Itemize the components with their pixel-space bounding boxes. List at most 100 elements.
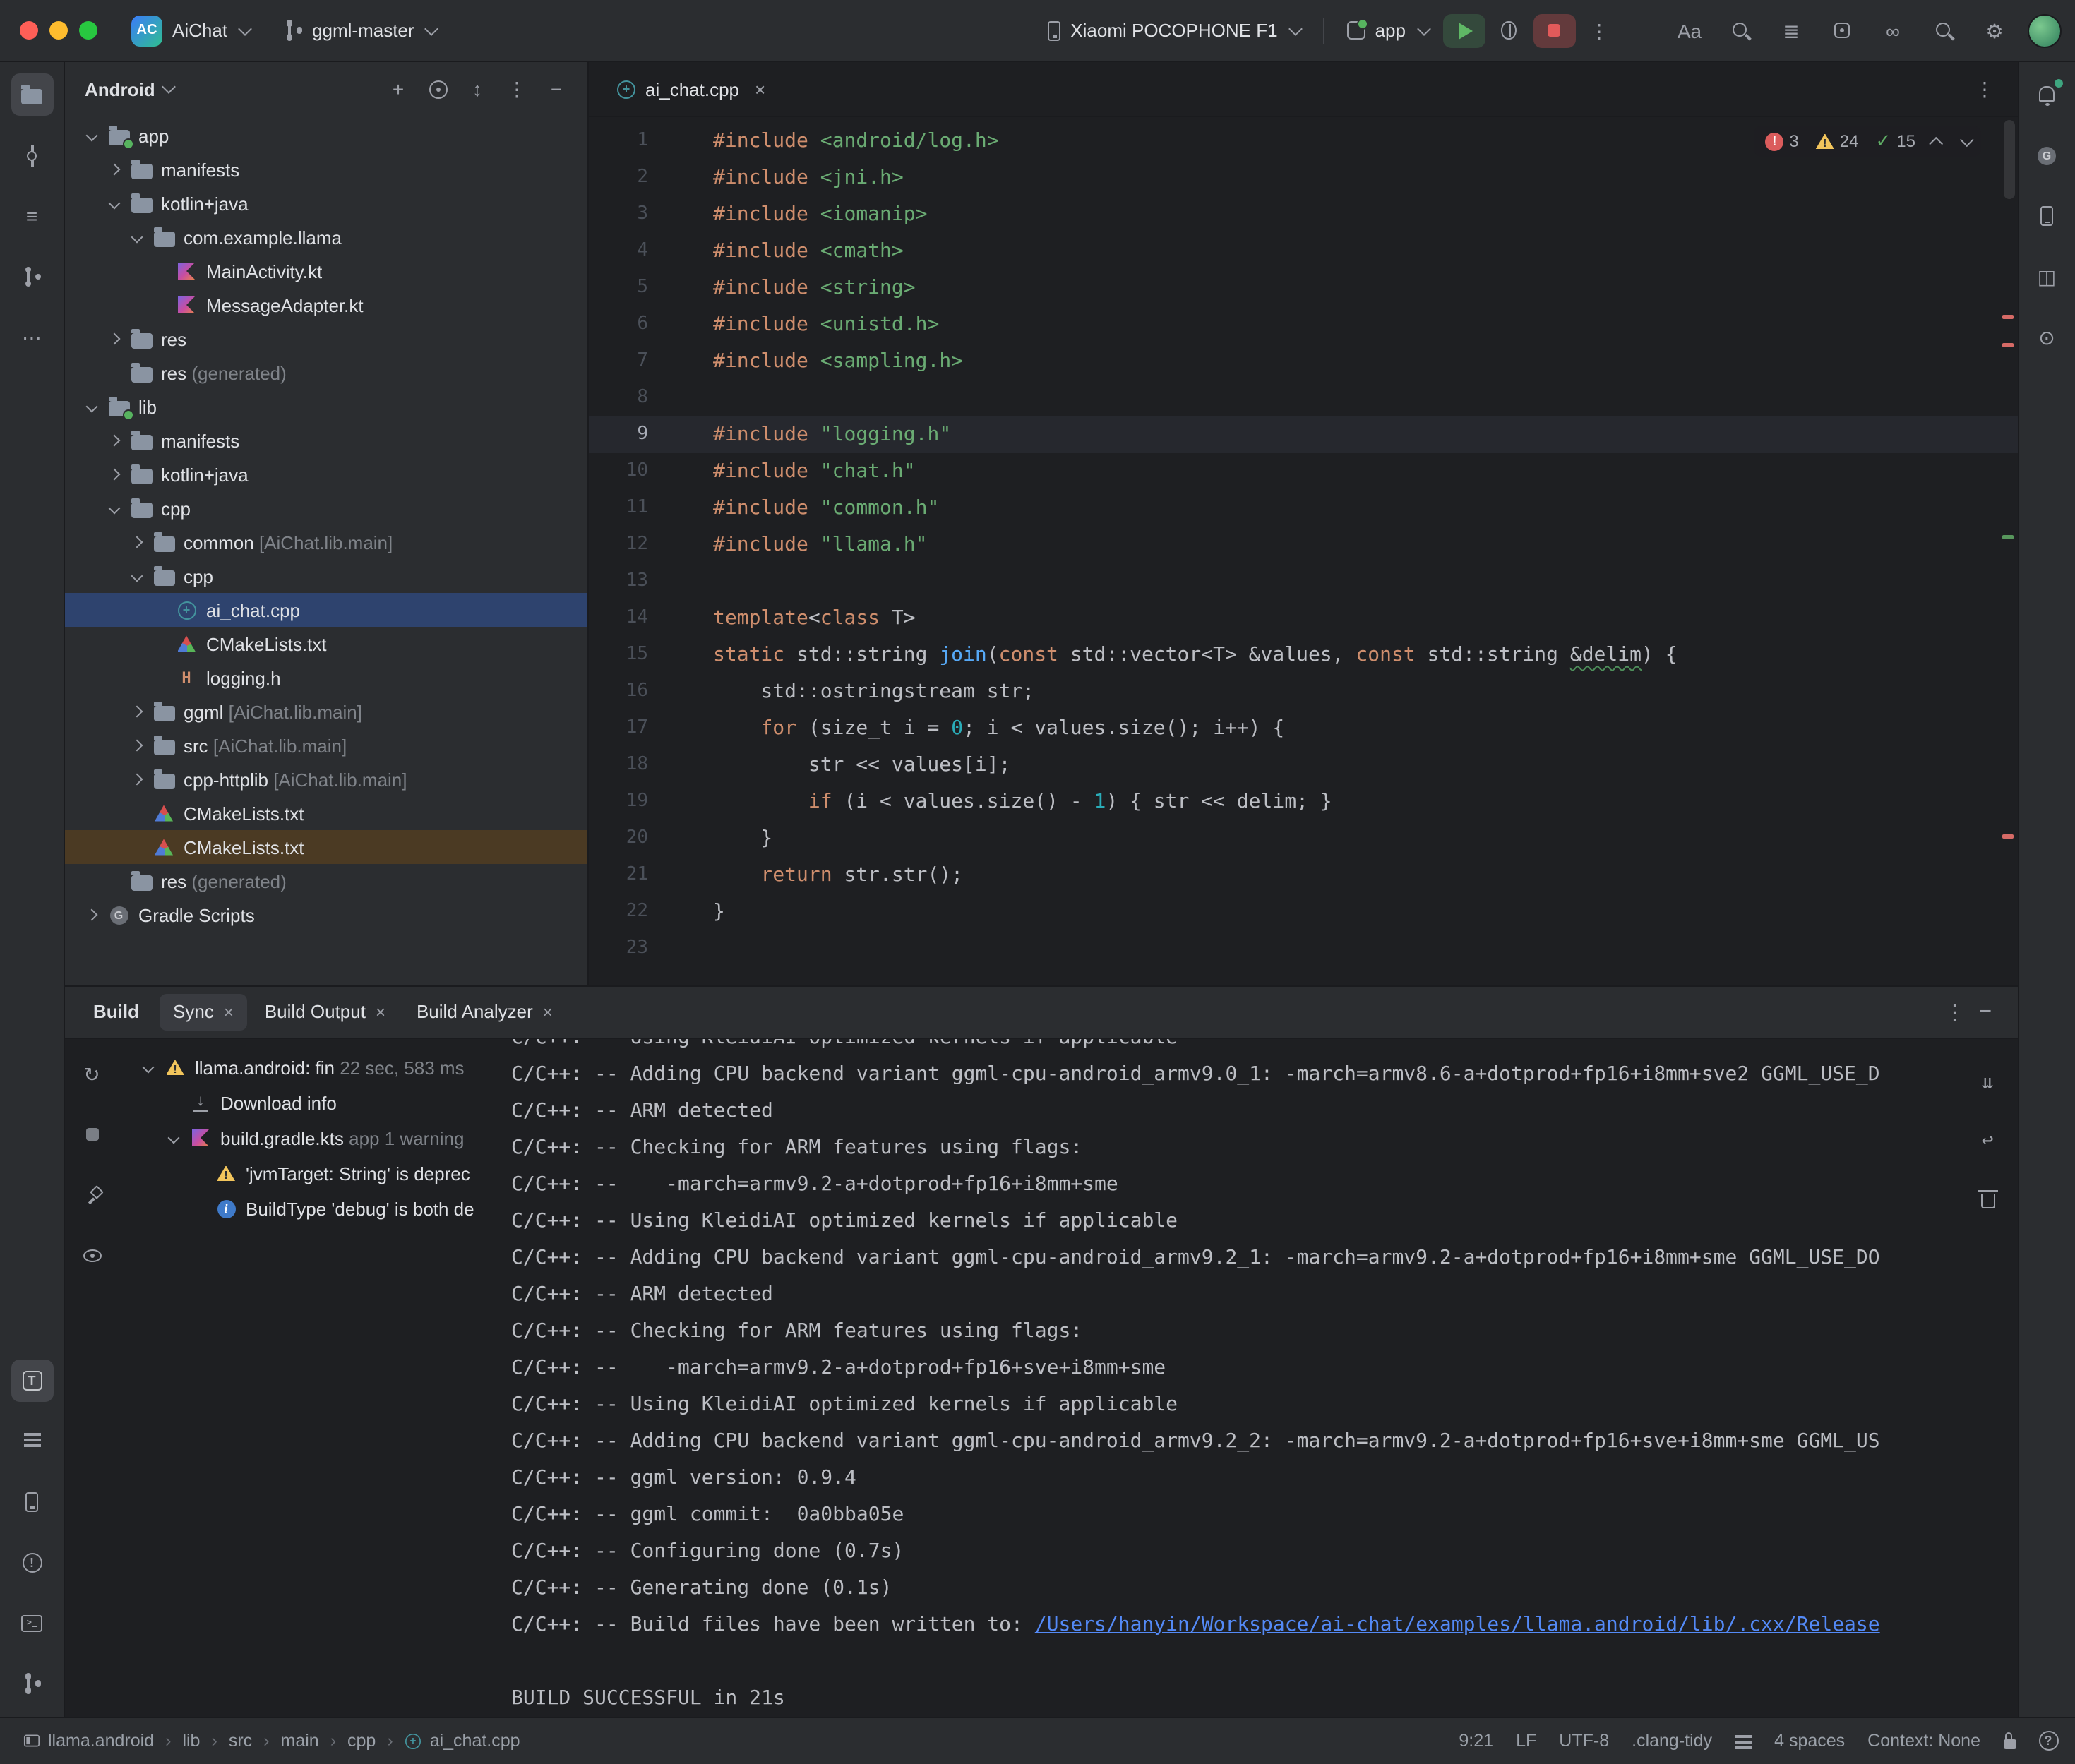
project-widget[interactable]: AC AiChat <box>120 9 261 52</box>
chevron-down-icon[interactable] <box>102 504 127 512</box>
clear-all-button[interactable] <box>1969 1180 2006 1216</box>
change-stripe-mark[interactable] <box>2002 535 2013 539</box>
line-number[interactable]: 23 <box>589 930 648 967</box>
tree-item-cpp[interactable]: cpp <box>65 559 587 593</box>
code-line-7[interactable]: 7#include <sampling.h> <box>589 343 2017 380</box>
tree-item-buildtype-debug-is-both-de[interactable]: iBuildType 'debug' is both de <box>119 1191 497 1226</box>
zoom-window-button[interactable] <box>79 21 97 40</box>
code-line-18[interactable]: 18 str << values[i]; <box>589 747 2017 784</box>
next-issue-icon[interactable] <box>1959 132 1973 146</box>
tree-item-ggml[interactable]: ggml [AiChat.lib.main] <box>65 695 587 728</box>
code-line-4[interactable]: 4#include <cmath> <box>589 233 2017 270</box>
line-number[interactable]: 20 <box>589 820 648 857</box>
editor-tab-ai-chat-cpp[interactable]: ai_chat.cpp × <box>600 62 782 116</box>
suspend-button[interactable] <box>73 1116 110 1153</box>
tree-item-kotlin-java[interactable]: kotlin+java <box>65 186 587 220</box>
statusbar-help-icon[interactable]: ? <box>2038 1731 2058 1751</box>
translate-button[interactable]: Aa <box>1668 13 1711 47</box>
line-number[interactable]: 19 <box>589 784 648 820</box>
layout-inspector-button[interactable]: ◫ <box>2026 256 2068 298</box>
chevron-right-icon[interactable] <box>102 335 127 343</box>
chevron-down-icon[interactable] <box>124 572 150 580</box>
scrollbar-thumb[interactable] <box>2003 120 2014 199</box>
line-number[interactable]: 1 <box>589 123 648 160</box>
line-number[interactable]: 17 <box>589 710 648 747</box>
plugins-button[interactable] <box>1821 13 1863 47</box>
code-line-17[interactable]: 17 for (size_t i = 0; i < values.size();… <box>589 710 2017 747</box>
tree-item-llama-android-fin[interactable]: llama.android: fin 22 sec, 583 ms <box>119 1050 497 1085</box>
tree-item-jvmtarget-string-is-deprec[interactable]: 'jvmTarget: String' is deprec <box>119 1156 497 1191</box>
breadcrumb-ai-chat-cpp[interactable]: ai_chat.cpp <box>399 1728 526 1753</box>
code-line-8[interactable]: 8 <box>589 380 2017 416</box>
close-tab-icon[interactable]: × <box>755 78 765 100</box>
tree-item-cmakelists-txt[interactable]: CMakeLists.txt <box>65 627 587 661</box>
tree-item-messageadapter-kt[interactable]: MessageAdapter.kt <box>65 288 587 322</box>
more-tool-windows-button[interactable]: ⋯ <box>11 316 53 359</box>
tree-item-res[interactable]: res (generated) <box>65 356 587 390</box>
statusbar-line-separator[interactable]: LF <box>1516 1731 1536 1751</box>
chevron-right-icon[interactable] <box>102 436 127 445</box>
line-number[interactable]: 15 <box>589 637 648 673</box>
inspections-widget[interactable]: ! 3 24 ✓ 15 <box>1754 126 1980 157</box>
tree-item-lib[interactable]: lib <box>65 390 587 424</box>
statusbar-file-encoding[interactable]: UTF-8 <box>1559 1731 1609 1751</box>
resource-manager-button[interactable] <box>11 1420 53 1462</box>
code-line-13[interactable]: 13 <box>589 563 2017 600</box>
line-number[interactable]: 3 <box>589 196 648 233</box>
minimize-panel-icon[interactable]: − <box>1979 1000 1992 1024</box>
tree-item-cpp[interactable]: cpp <box>65 491 587 525</box>
chevron-down-icon[interactable] <box>161 1134 186 1142</box>
line-number[interactable]: 21 <box>589 857 648 894</box>
hide-panel-button[interactable]: − <box>539 72 573 106</box>
tree-item-download-info[interactable]: Download info <box>119 1085 497 1120</box>
debug-button[interactable] <box>1488 13 1530 47</box>
todo-list-button[interactable]: ≣ <box>1770 13 1812 47</box>
line-number[interactable]: 18 <box>589 747 648 784</box>
more-run-options-button[interactable]: ⋮ <box>1578 13 1620 47</box>
code-line-10[interactable]: 10#include "chat.h" <box>589 453 2017 490</box>
breadcrumb-main[interactable]: main <box>275 1728 325 1753</box>
breadcrumb-lib[interactable]: lib <box>177 1728 205 1753</box>
build-options-icon[interactable]: ⋮ <box>1944 999 1965 1024</box>
breadcrumb-src[interactable]: src <box>223 1728 258 1753</box>
tree-item-build-gradle-kts[interactable]: build.gradle.kts app 1 warning <box>119 1120 497 1156</box>
chevron-down-icon[interactable] <box>79 131 104 140</box>
sync-again-button[interactable]: ↻ <box>73 1055 110 1092</box>
previous-issue-icon[interactable] <box>1928 136 1942 150</box>
close-tab-icon[interactable]: × <box>376 1002 385 1021</box>
tree-item-mainactivity-kt[interactable]: MainActivity.kt <box>65 254 587 288</box>
running-devices-button[interactable] <box>11 1480 53 1523</box>
pin-tab-button[interactable] <box>73 1177 110 1213</box>
tree-item-cmakelists-txt[interactable]: CMakeLists.txt <box>65 796 587 830</box>
code-line-16[interactable]: 16 std::ostringstream str; <box>589 673 2017 710</box>
line-number[interactable]: 9 <box>589 416 648 453</box>
line-number[interactable]: 13 <box>589 563 648 600</box>
app-quality-insights-button[interactable]: ⊙ <box>2026 316 2068 359</box>
locate-file-button[interactable] <box>421 72 455 106</box>
line-number[interactable]: 12 <box>589 527 648 563</box>
chevron-right-icon[interactable] <box>124 538 150 546</box>
tree-item-src[interactable]: src [AiChat.lib.main] <box>65 728 587 762</box>
editor-tab-options-icon[interactable]: ⋮ <box>1963 77 2006 101</box>
tree-item-kotlin-java[interactable]: kotlin+java <box>65 457 587 491</box>
soft-wrap-button[interactable]: ↩ <box>1969 1122 2006 1158</box>
chevron-down-icon[interactable] <box>102 199 127 208</box>
error-stripe-mark[interactable] <box>2002 315 2013 319</box>
commit-button[interactable] <box>11 134 53 176</box>
line-number[interactable]: 4 <box>589 233 648 270</box>
tree-item-res[interactable]: res (generated) <box>65 864 587 898</box>
build-tab-sync[interactable]: Sync× <box>159 993 248 1030</box>
gradle-button[interactable]: G <box>2026 134 2068 176</box>
chevron-down-icon[interactable] <box>136 1063 161 1072</box>
statusbar-code-style-config[interactable]: .clang-tidy <box>1632 1731 1712 1751</box>
code-line-15[interactable]: 15static std::string join(const std::vec… <box>589 637 2017 673</box>
branch-widget[interactable]: ggml-master <box>273 14 448 47</box>
chevron-right-icon[interactable] <box>124 775 150 784</box>
console-link[interactable]: /Users/hanyin/Workspace/ai-chat/examples… <box>1035 1613 1880 1636</box>
statusbar-caret-position[interactable]: 9:21 <box>1459 1731 1493 1751</box>
device-selector[interactable]: Xiaomi POCOPHONE F1 <box>1036 14 1311 47</box>
tree-item-com-example-llama[interactable]: com.example.llama <box>65 220 587 254</box>
filter-messages-button[interactable] <box>73 1237 110 1274</box>
line-number[interactable]: 14 <box>589 600 648 637</box>
device-manager-button[interactable] <box>2026 195 2068 237</box>
